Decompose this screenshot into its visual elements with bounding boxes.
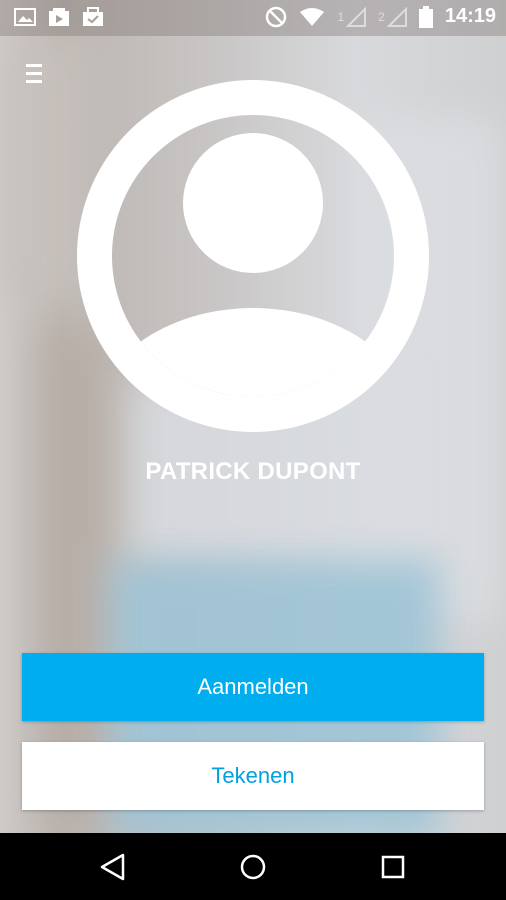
signup-button[interactable]: Tekenen (22, 742, 484, 810)
status-bar: 1 2 14:19 (0, 0, 506, 36)
signal-icon (386, 6, 407, 27)
gallery-icon (14, 8, 36, 26)
back-icon[interactable] (98, 852, 128, 882)
battery-icon (418, 5, 433, 28)
wifi-icon (300, 7, 325, 26)
video-icon (49, 8, 69, 26)
app-screen: 1 2 14:19 PATRICK DUPONT Aanmelden Teken… (0, 0, 506, 833)
sim1-label: 1 (337, 9, 345, 24)
signal-icon (346, 6, 367, 27)
shopping-bag-icon (83, 7, 103, 26)
sim2-label: 2 (378, 9, 385, 24)
do-not-disturb-icon (266, 6, 287, 27)
login-button[interactable]: Aanmelden (22, 653, 484, 721)
hamburger-menu-icon[interactable] (26, 64, 42, 86)
navigation-bar (0, 833, 506, 900)
home-icon[interactable] (238, 852, 268, 882)
user-name: PATRICK DUPONT (145, 458, 361, 485)
recent-apps-icon[interactable] (378, 852, 408, 882)
clock: 14:19 (444, 5, 496, 27)
user-avatar-icon (77, 80, 429, 432)
